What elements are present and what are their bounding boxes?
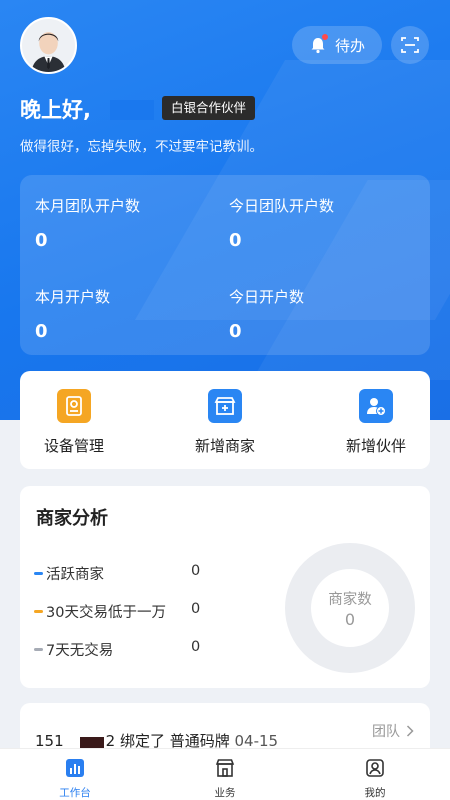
tab-label: 我的 bbox=[364, 787, 386, 799]
avatar[interactable] bbox=[20, 17, 77, 74]
partner-add-icon bbox=[359, 389, 393, 423]
stat-value: 0 bbox=[229, 321, 242, 342]
stat-label: 今日开户数 bbox=[229, 288, 305, 306]
legend-label: 30天交易低于一万 bbox=[46, 605, 166, 621]
user-icon bbox=[364, 757, 386, 779]
todo-button[interactable]: 待办 bbox=[292, 26, 382, 64]
bottom-tab-bar: 工作台 业务 我的 bbox=[0, 748, 450, 800]
legend-low-volume: 30天交易低于一万 bbox=[34, 601, 166, 622]
add-partner-button[interactable]: 新增伙伴 bbox=[321, 389, 431, 456]
tab-business[interactable]: 业务 bbox=[185, 757, 265, 800]
legend-marker bbox=[34, 572, 43, 575]
legend-marker bbox=[34, 610, 43, 613]
bell-icon bbox=[309, 34, 328, 54]
tab-label: 工作台 bbox=[59, 787, 91, 799]
stat-label: 本月团队开户数 bbox=[35, 197, 141, 215]
device-management-button[interactable]: 设备管理 bbox=[19, 389, 129, 456]
quick-actions: 设备管理 新增商家 新增伙伴 bbox=[20, 371, 430, 469]
legend-active: 活跃商家 bbox=[34, 563, 104, 584]
team-link-label: 团队 bbox=[372, 724, 400, 740]
donut-label: 商家数 bbox=[328, 592, 372, 608]
role-badge: 白银合作伙伴 bbox=[162, 96, 256, 120]
action-label: 设备管理 bbox=[43, 437, 104, 455]
stat-value: 0 bbox=[229, 230, 242, 251]
action-label: 新增伙伴 bbox=[345, 437, 406, 455]
scan-button[interactable] bbox=[391, 26, 429, 64]
tab-workbench[interactable]: 工作台 bbox=[35, 757, 115, 800]
legend-value: 0 bbox=[191, 639, 201, 655]
legend-label: 7天无交易 bbox=[46, 643, 114, 659]
notification-dot bbox=[321, 34, 328, 40]
legend-value: 0 bbox=[191, 601, 201, 617]
stat-value: 0 bbox=[35, 321, 48, 342]
tab-label: 业务 bbox=[214, 787, 236, 799]
stat-label: 本月开户数 bbox=[35, 288, 111, 306]
chevron-right-icon bbox=[406, 725, 414, 737]
motto-text: 做得很好，忘掉失败，不过要牢记教训。 bbox=[20, 139, 263, 155]
donut-value: 0 bbox=[344, 610, 356, 629]
stat-own-today: 今日开户数 0 bbox=[229, 286, 304, 342]
greeting-text: 晚上好, bbox=[20, 98, 91, 122]
stat-team-today: 今日团队开户数 0 bbox=[229, 195, 334, 251]
shop-add-icon bbox=[208, 389, 242, 423]
stats-card: 本月团队开户数 0 今日团队开户数 0 本月开户数 0 今日开户数 0 bbox=[20, 175, 430, 355]
chart-icon bbox=[64, 757, 86, 779]
stat-label: 今日团队开户数 bbox=[229, 197, 335, 215]
analysis-title: 商家分析 bbox=[36, 508, 108, 529]
tab-mine[interactable]: 我的 bbox=[335, 757, 415, 800]
store-icon bbox=[214, 757, 236, 779]
action-label: 新增商家 bbox=[194, 437, 255, 455]
scan-icon bbox=[401, 37, 419, 53]
merchant-analysis-card: 商家分析 活跃商家 0 30天交易低于一万 0 7天无交易 0 商家数 0 bbox=[20, 486, 430, 688]
legend-no-trade: 7天无交易 bbox=[34, 639, 113, 660]
stat-own-month: 本月开户数 0 bbox=[35, 286, 110, 342]
stat-team-month: 本月团队开户数 0 bbox=[35, 195, 140, 251]
legend-value: 0 bbox=[191, 563, 201, 579]
stat-value: 0 bbox=[35, 230, 48, 251]
team-link[interactable]: 团队 bbox=[372, 721, 414, 741]
legend-label: 活跃商家 bbox=[46, 567, 104, 583]
device-icon bbox=[57, 389, 91, 423]
masked-username bbox=[110, 100, 154, 120]
add-merchant-button[interactable]: 新增商家 bbox=[170, 389, 280, 456]
legend-marker bbox=[34, 648, 43, 651]
todo-label: 待办 bbox=[334, 36, 365, 55]
